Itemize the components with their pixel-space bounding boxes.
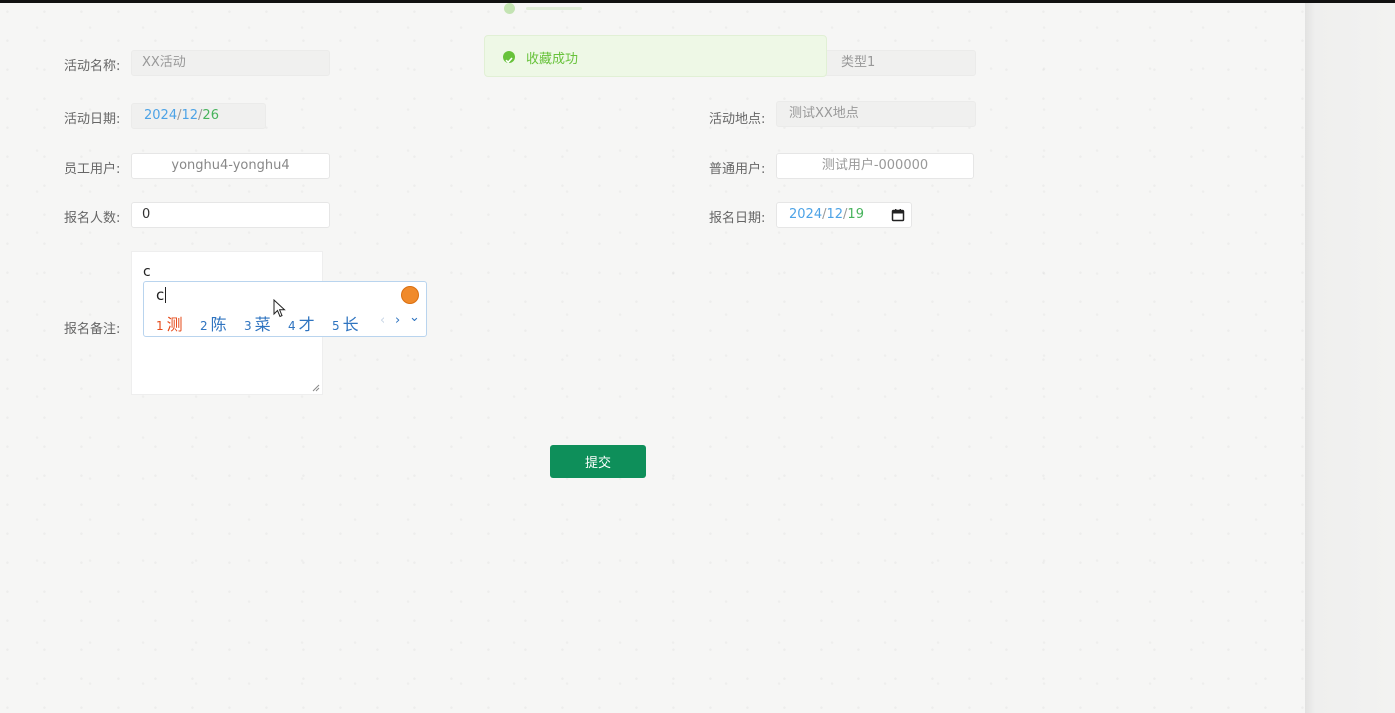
activity-date-field: 2024/12/26 xyxy=(131,103,266,129)
signup-date-day: 19 xyxy=(847,207,864,222)
activity-date-day: 26 xyxy=(202,108,219,123)
candidate-number: 2 xyxy=(200,319,208,333)
normal-user-select[interactable]: 测试用户-000000 xyxy=(776,153,974,179)
activity-date-label: 活动日期: xyxy=(64,112,121,127)
success-icon xyxy=(504,3,515,14)
text-caret xyxy=(165,287,167,303)
ime-composition-text: c xyxy=(156,286,165,304)
activity-type-value: 类型1 xyxy=(841,55,876,70)
activity-name-label: 活动名称: xyxy=(64,59,121,74)
signup-note-label: 报名备注: xyxy=(64,322,121,337)
page-side-shade xyxy=(1305,3,1395,713)
activity-location-value: 测试XX地点 xyxy=(789,106,859,121)
signup-date-year: 2024 xyxy=(789,207,823,222)
ime-expand-icon[interactable]: ⌄ xyxy=(409,310,420,325)
calendar-icon[interactable] xyxy=(891,208,905,222)
ime-next-page-icon[interactable]: › xyxy=(395,313,400,328)
submit-button[interactable]: 提交 xyxy=(550,445,646,478)
candidate-text: 才 xyxy=(298,315,315,334)
signup-note-value: c xyxy=(143,264,151,280)
candidate-text: 测 xyxy=(166,315,183,334)
candidate-number: 5 xyxy=(332,319,340,333)
ime-composition: c xyxy=(156,286,167,304)
candidate-number: 4 xyxy=(288,319,296,333)
fading-toast-text xyxy=(526,7,582,10)
resize-handle-icon[interactable] xyxy=(312,384,320,392)
mouse-cursor-icon xyxy=(273,299,286,318)
ime-candidate[interactable]: 4才 xyxy=(288,311,315,335)
activity-date-year: 2024 xyxy=(144,108,178,123)
ime-candidate[interactable]: 1测 xyxy=(156,311,183,335)
candidate-number: 1 xyxy=(156,319,164,333)
signup-date-month: 12 xyxy=(826,207,844,222)
normal-user-label: 普通用户: xyxy=(709,162,766,177)
ime-logo-icon[interactable] xyxy=(401,286,419,304)
candidate-number: 3 xyxy=(244,319,252,333)
candidate-text: 长 xyxy=(342,315,359,334)
activity-location-label: 活动地点: xyxy=(709,112,766,127)
ime-candidate[interactable]: 2陈 xyxy=(200,311,227,335)
staff-user-select[interactable]: yonghu4-yonghu4 xyxy=(131,153,330,179)
fading-toast xyxy=(504,2,584,16)
signup-count-label: 报名人数: xyxy=(64,211,121,226)
staff-user-label: 员工用户: xyxy=(64,162,121,177)
signup-count-input[interactable]: 0 xyxy=(131,202,330,228)
activity-location-field: 测试XX地点 xyxy=(776,101,976,127)
ime-candidate[interactable]: 5长 xyxy=(332,311,359,335)
ime-prev-page-icon[interactable]: ‹ xyxy=(380,313,385,328)
ime-candidate[interactable]: 3菜 xyxy=(244,311,271,335)
activity-name-field: XX活动 xyxy=(131,50,330,76)
candidate-text: 陈 xyxy=(210,315,227,334)
candidate-text: 菜 xyxy=(254,315,271,334)
toast-message: 收藏成功 xyxy=(526,52,579,67)
success-check-icon xyxy=(503,51,515,64)
signup-date-label: 报名日期: xyxy=(709,211,766,226)
success-toast: 收藏成功 xyxy=(484,35,827,77)
activity-date-month: 12 xyxy=(181,108,199,123)
signup-date-input[interactable]: 2024/12/19 xyxy=(776,202,912,228)
